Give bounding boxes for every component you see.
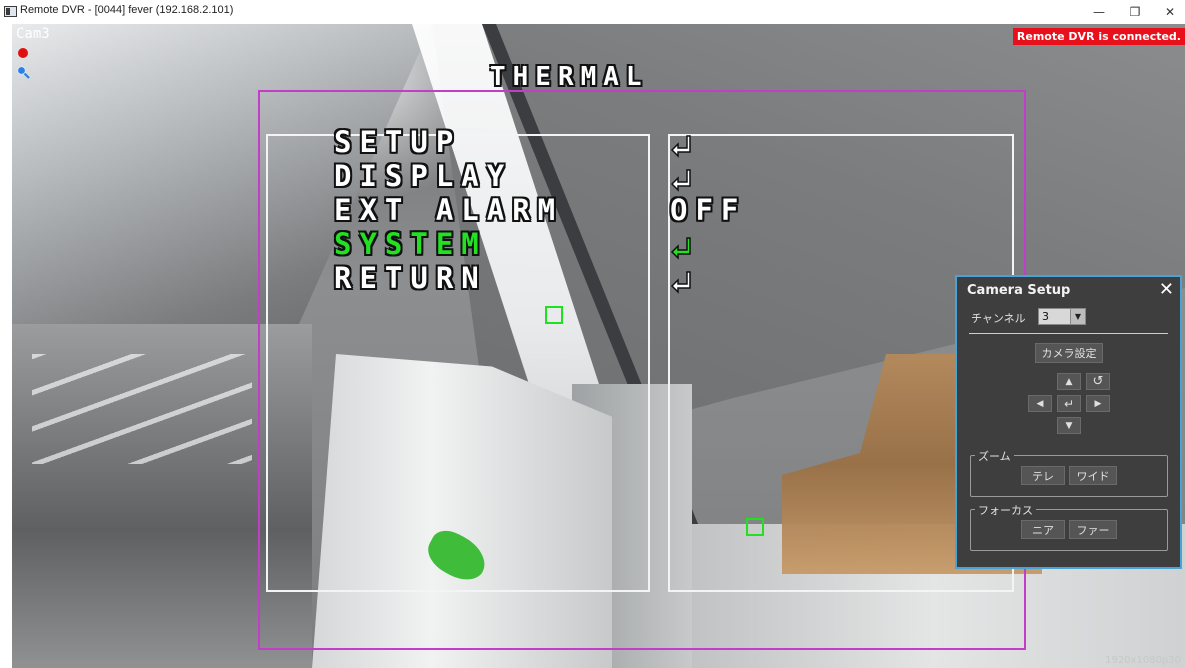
rotate-icon[interactable]: ↺ [1086, 373, 1110, 390]
zoom-wide-button[interactable]: ワイド [1069, 466, 1117, 485]
window-title: Remote DVR - [0044] fever (192.168.2.101… [20, 4, 234, 16]
enter-arrow-icon [670, 135, 691, 158]
osd-title: THERMAL [490, 62, 649, 92]
zoom-icon[interactable] [16, 64, 30, 83]
enter-arrow-icon [670, 237, 691, 260]
zoom-label: ズーム [975, 448, 1014, 464]
connection-status-badge: Remote DVR is connected. [1012, 28, 1185, 45]
dpad-right-button[interactable]: ▶ [1086, 395, 1110, 412]
dpad-enter-button[interactable]: ↵ [1057, 395, 1081, 412]
maximize-button[interactable]: ❐ [1117, 0, 1153, 24]
dpad-down-button[interactable]: ▼ [1057, 417, 1081, 434]
focus-label: フォーカス [975, 502, 1036, 518]
osd-menu-item-system: SYSTEM [334, 227, 487, 261]
osd-menu-item-display: DISPLAY [334, 159, 513, 193]
osd-value-ext-alarm: OFF [670, 193, 747, 227]
camera-setup-title: Camera Setup [967, 283, 1071, 298]
osd-menu-item-setup: SETUP [334, 125, 462, 159]
chevron-down-icon[interactable]: ▼ [1070, 309, 1085, 324]
resolution-label: 1920x1080p30 [1105, 655, 1181, 666]
window-title-bar: Remote DVR - [0044] fever (192.168.2.101… [0, 0, 1185, 24]
zoom-tele-button[interactable]: テレ [1021, 466, 1065, 485]
close-icon[interactable]: ✕ [1159, 279, 1174, 300]
camera-setup-panel: Camera Setup ✕ チャンネル 3 ▼ カメラ設定 ▲ ↺ ◀ ↵ ▶… [955, 275, 1182, 569]
detection-marker [746, 518, 764, 536]
channel-select[interactable]: 3 ▼ [1038, 308, 1086, 325]
recording-icon [18, 48, 28, 58]
camera-label: Cam3 [16, 26, 50, 42]
osd-menu-item-return: RETURN [334, 261, 487, 295]
enter-arrow-icon [670, 271, 691, 294]
panel-divider [969, 333, 1168, 334]
dpad-up-button[interactable]: ▲ [1057, 373, 1081, 390]
dpad-left-button[interactable]: ◀ [1028, 395, 1052, 412]
detection-marker [545, 306, 563, 324]
close-window-button[interactable]: ✕ [1152, 0, 1185, 24]
camera-settings-button[interactable]: カメラ設定 [1035, 343, 1103, 363]
focus-near-button[interactable]: ニア [1021, 520, 1065, 539]
channel-value: 3 [1042, 310, 1049, 323]
focus-far-button[interactable]: ファー [1069, 520, 1117, 539]
scene-office-lights [32, 354, 252, 464]
app-icon [4, 6, 17, 17]
enter-arrow-icon [670, 169, 691, 192]
osd-menu-item-ext-alarm: EXT ALARM [334, 193, 564, 227]
channel-label: チャンネル [971, 312, 1026, 325]
minimize-button[interactable]: — [1081, 0, 1117, 24]
